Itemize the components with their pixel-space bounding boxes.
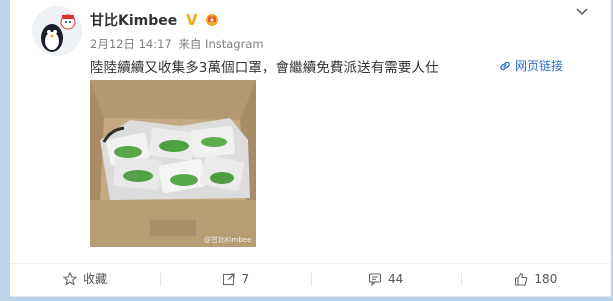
thumbs-up-icon <box>515 272 528 286</box>
repost-button[interactable]: 7 <box>160 264 310 293</box>
comment-count: 44 <box>387 271 404 286</box>
post-date[interactable]: 2月12日 14:17 <box>90 37 172 51</box>
user-badges: V <box>184 11 220 31</box>
image-watermark: @甘比Kimbee <box>204 235 251 244</box>
svg-text:V: V <box>186 11 198 27</box>
web-link-label: 网页链接 <box>515 59 564 73</box>
star-icon <box>63 271 78 286</box>
like-button[interactable]: 180 <box>460 264 611 293</box>
web-link[interactable]: 网页链接 <box>499 57 563 74</box>
post-meta: 2月12日 14:17 来自 Instagram <box>90 36 267 52</box>
verified-badge-icon[interactable]: V <box>184 11 200 31</box>
favorite-label: 收藏 <box>83 272 108 286</box>
like-count: 180 <box>534 271 558 286</box>
link-icon <box>500 61 510 70</box>
post-text: 陸陸續續又收集多3萬個口罩，會繼續免費派送有需要人仕 <box>90 60 439 76</box>
username[interactable]: 甘比Kimbee <box>90 10 177 30</box>
weibo-post-card: 甘比Kimbee V 2月12日 14:17 来自 Instagram 陸陸續續… <box>10 0 611 297</box>
comment-button[interactable]: 44 <box>310 264 461 293</box>
chevron-down-icon[interactable] <box>575 4 589 18</box>
action-bar: 收藏 7 44 180 <box>10 263 611 293</box>
favorite-button[interactable]: 收藏 <box>10 264 160 293</box>
comment-icon <box>368 272 382 286</box>
member-crown-icon[interactable] <box>204 11 220 31</box>
repost-count: 7 <box>241 271 250 286</box>
avatar[interactable] <box>32 6 82 56</box>
repost-icon <box>222 272 235 285</box>
post-source: 来自 Instagram <box>178 37 264 51</box>
post-image[interactable]: @甘比Kimbee <box>90 80 256 247</box>
